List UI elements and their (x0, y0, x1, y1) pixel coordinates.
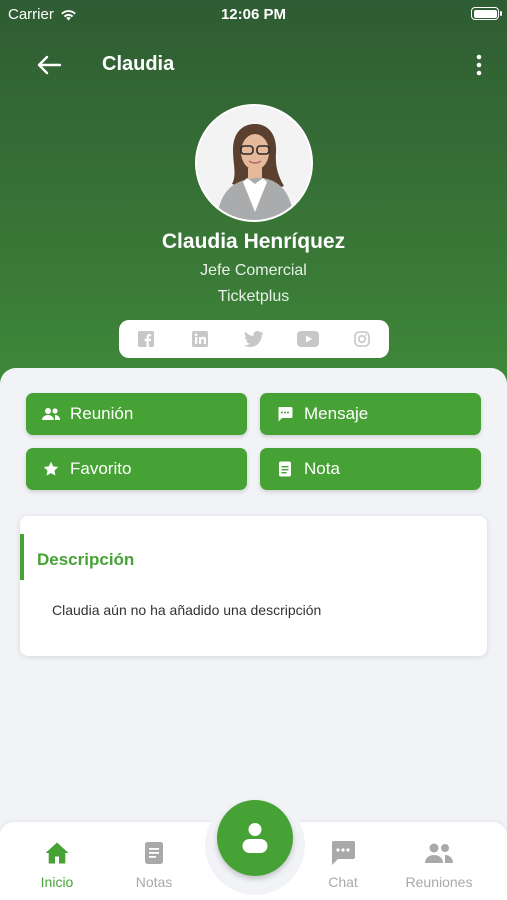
note-button[interactable]: Nota (260, 448, 481, 490)
tab-home[interactable]: Inicio (12, 822, 102, 900)
page-title: Claudia (102, 53, 175, 75)
note-button-label: Nota (304, 459, 340, 478)
home-icon (42, 838, 72, 868)
meeting-button[interactable]: Reunión (26, 393, 247, 435)
tab-home-label: Inicio (40, 874, 74, 890)
facebook-icon[interactable] (135, 328, 157, 350)
tab-meetings[interactable]: Reuniones (394, 822, 484, 900)
description-title: Descripción (37, 550, 135, 569)
card-accent-bar (20, 534, 24, 580)
status-bar: Carrier 12:06 PM (0, 0, 507, 28)
tab-chat-label: Chat (328, 874, 358, 890)
instagram-icon[interactable] (351, 328, 373, 350)
linkedin-icon[interactable] (189, 328, 211, 350)
tab-notes[interactable]: Notas (109, 822, 199, 900)
favorite-button[interactable]: Favorito (26, 448, 247, 490)
profile-role: Jefe Comercial (200, 262, 307, 279)
tab-chat[interactable]: Chat (298, 822, 388, 900)
chat-icon (328, 838, 358, 868)
notes-icon (139, 838, 169, 868)
tab-notes-label: Notas (135, 874, 173, 890)
youtube-icon[interactable] (297, 328, 319, 350)
message-button[interactable]: Mensaje (260, 393, 481, 435)
message-button-label: Mensaje (304, 404, 369, 423)
people-icon (40, 405, 62, 423)
social-links (119, 320, 389, 358)
chat-bubble-icon (274, 405, 296, 423)
more-options-icon[interactable] (469, 52, 489, 78)
clock: 12:06 PM (220, 6, 287, 23)
battery-icon (471, 7, 502, 20)
star-icon (40, 460, 62, 478)
people-group-icon (424, 838, 454, 868)
back-arrow-icon[interactable] (34, 52, 64, 78)
avatar (195, 104, 313, 222)
person-icon (242, 823, 268, 853)
description-card: Descripción Claudia aún no ha añadido un… (20, 516, 487, 656)
tab-meetings-label: Reuniones (405, 874, 473, 890)
profile-company: Ticketplus (217, 288, 290, 305)
profile-name: Claudia Henríquez (161, 230, 346, 253)
twitter-icon[interactable] (243, 328, 265, 350)
profile-fab-button[interactable] (217, 800, 293, 876)
meeting-button-label: Reunión (70, 404, 134, 423)
navbar: Claudia (0, 44, 507, 86)
description-text: Claudia aún no ha añadido una descripció… (52, 602, 322, 618)
favorite-button-label: Favorito (70, 459, 132, 478)
note-icon (274, 460, 296, 478)
